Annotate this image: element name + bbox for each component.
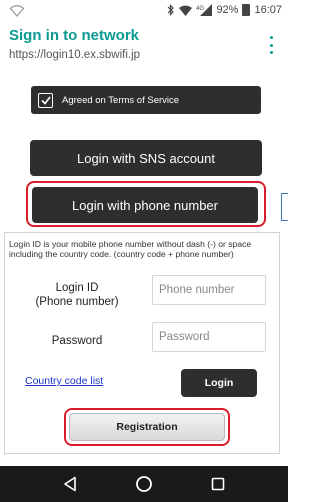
- terms-checkbox[interactable]: [38, 92, 53, 108]
- battery-percent: 92%: [216, 4, 239, 16]
- check-icon: [40, 95, 51, 105]
- captive-portal-header: Sign in to network https://login10.ex.sb…: [0, 22, 288, 70]
- battery-icon: [242, 4, 251, 16]
- country-code-list-link[interactable]: Country code list: [25, 375, 103, 387]
- terms-label: Agreed on Terms of Service: [62, 94, 180, 106]
- more-vert-icon[interactable]: [268, 36, 274, 54]
- clock: 16:07: [254, 4, 282, 16]
- login-id-label-line2: (Phone number): [35, 295, 119, 308]
- login-id-label: Login ID (Phone number): [27, 282, 127, 310]
- bluetooth-icon: [167, 4, 175, 16]
- page-title: Sign in to network: [9, 27, 139, 44]
- signal-icon: 4G: [196, 4, 213, 16]
- phone-login-panel: Login ID is your mobile phone number wit…: [4, 232, 280, 454]
- status-bar: 4G 92% 16:07: [0, 0, 288, 22]
- login-id-note: Login ID is your mobile phone number wit…: [9, 239, 252, 259]
- back-icon[interactable]: [50, 466, 90, 502]
- recent-apps-icon[interactable]: [198, 466, 238, 502]
- edge-marker: [281, 193, 288, 221]
- login-sns-button[interactable]: Login with SNS account: [30, 140, 262, 176]
- login-id-input[interactable]: [152, 275, 266, 305]
- wifi-icon: [9, 4, 25, 17]
- login-button[interactable]: Login: [181, 369, 257, 397]
- svg-text:4G: 4G: [196, 6, 204, 12]
- password-input[interactable]: [152, 322, 266, 352]
- password-label: Password: [51, 335, 103, 347]
- status-icons: 4G 92% 16:07: [167, 4, 282, 16]
- terms-agreement-toggle[interactable]: Agreed on Terms of Service: [31, 86, 261, 114]
- wifi-signal-icon: [179, 5, 193, 16]
- page-url: https://login10.ex.sbwifi.jp: [9, 49, 141, 61]
- registration-button[interactable]: Registration: [69, 413, 225, 441]
- navigation-bar: [0, 466, 288, 502]
- login-id-label-line1: Login ID: [55, 282, 99, 294]
- login-phone-button[interactable]: Login with phone number: [32, 187, 258, 223]
- home-icon[interactable]: [124, 466, 164, 502]
